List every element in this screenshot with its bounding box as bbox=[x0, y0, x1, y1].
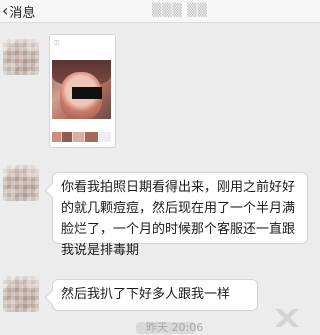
image-strip bbox=[52, 132, 111, 142]
contact-avatar[interactable] bbox=[3, 165, 39, 201]
image-top-icon: ◫ bbox=[54, 39, 60, 46]
time-text: 昨天 20:06 bbox=[146, 321, 204, 334]
message-text: 你看我拍照日期看得出来，刚用之前好好的就几颗痘痘，然后现在用了一个半月满脸烂了，… bbox=[61, 180, 296, 258]
chevron-left-icon: ‹ bbox=[2, 1, 9, 20]
back-label: 消息 bbox=[9, 5, 36, 21]
censor-bar bbox=[72, 87, 102, 99]
top-navbar: ‹ 消息 ▒▒▒ ▒▒ bbox=[0, 0, 320, 23]
message-text: 然后我扒了下好多人跟我一样 bbox=[61, 287, 231, 302]
message-bubble[interactable]: 你看我拍照日期看得出来，刚用之前好好的就几颗痘痘，然后现在用了一个半月满脸烂了，… bbox=[52, 172, 308, 258]
contact-avatar[interactable] bbox=[3, 39, 39, 75]
back-button[interactable]: ‹ 消息 bbox=[2, 1, 36, 21]
photo-thumbnail bbox=[52, 60, 111, 119]
message-bubble[interactable]: 然后我扒了下好多人跟我一样 bbox=[52, 279, 258, 311]
conversation-title: ▒▒▒ ▒▒ bbox=[152, 3, 208, 17]
contact-avatar[interactable] bbox=[3, 276, 39, 312]
watermark-icon bbox=[261, 309, 313, 327]
image-message[interactable]: ◫ bbox=[49, 34, 116, 148]
